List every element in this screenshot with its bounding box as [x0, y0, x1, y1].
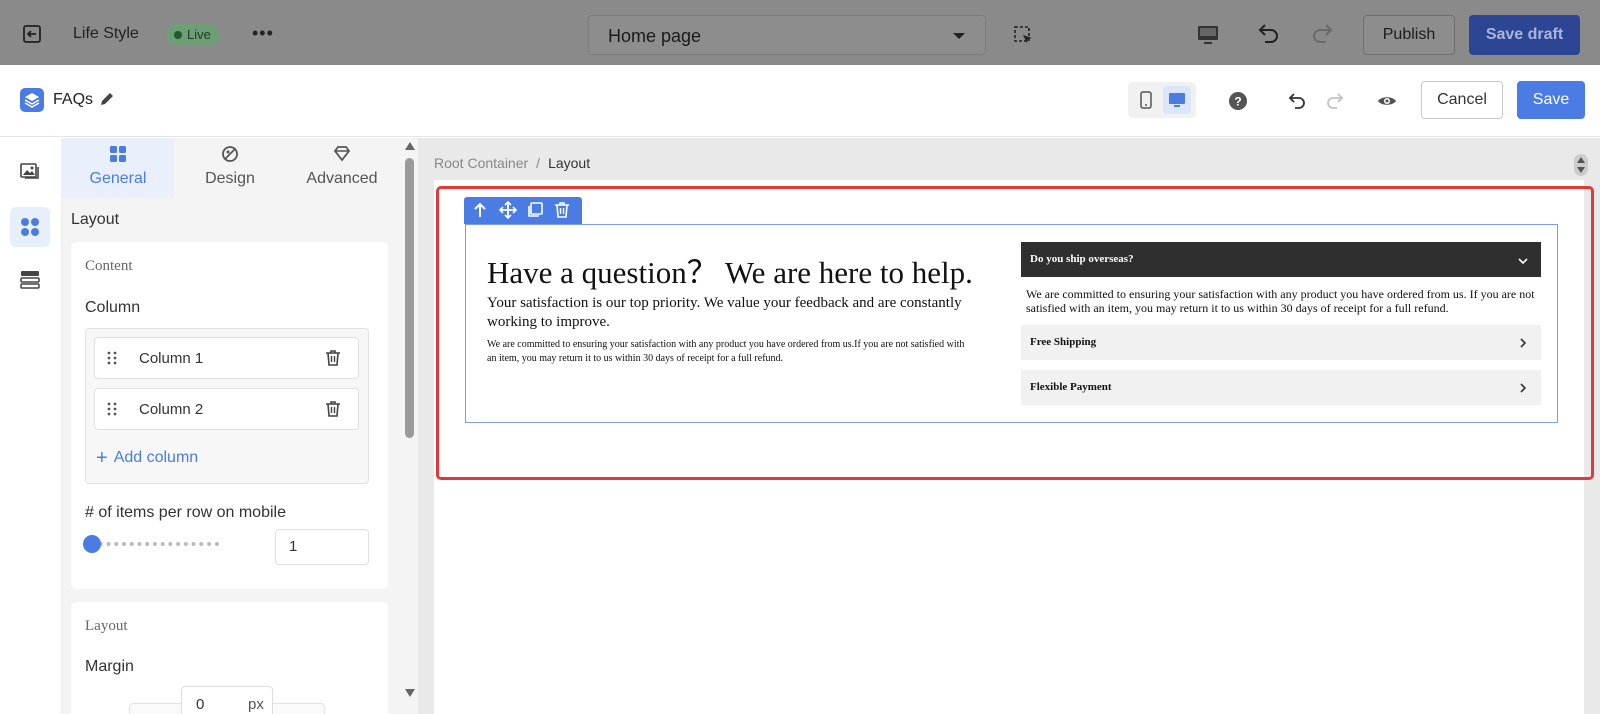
redo-icon[interactable]	[1325, 90, 1347, 112]
slider-track	[91, 542, 219, 546]
editor-title: FAQs	[53, 91, 94, 108]
svg-text:?: ?	[1234, 95, 1241, 109]
chevron-down-icon	[953, 33, 965, 39]
items-per-row-input[interactable]: 1	[275, 529, 369, 565]
help-icon[interactable]: ?	[1227, 90, 1249, 112]
diamond-icon	[333, 146, 351, 162]
select-parent-arrow-icon[interactable]	[471, 201, 489, 219]
trash-icon[interactable]	[324, 400, 342, 418]
move-icon[interactable]	[498, 200, 518, 220]
scroll-thumb[interactable]	[405, 158, 414, 438]
trash-icon[interactable]	[324, 349, 342, 367]
column-row[interactable]: Column 1	[94, 337, 359, 379]
drag-handle-icon[interactable]	[107, 401, 117, 417]
trash-icon[interactable]	[553, 201, 571, 219]
tab-advanced[interactable]: Advanced	[286, 138, 398, 198]
select-element-icon[interactable]	[1013, 25, 1035, 47]
elements-icon	[21, 218, 39, 236]
tab-design[interactable]: Design	[174, 138, 286, 198]
scroll-up-arrow[interactable]	[405, 142, 415, 150]
palette-icon	[222, 146, 238, 162]
left-icon-rail	[0, 138, 62, 714]
settings-tabs: General Design Advanced	[62, 138, 402, 198]
panel-section-title: Layout	[71, 211, 120, 228]
page-selector-value: Home page	[608, 26, 702, 46]
settings-panel: General Design Advanced Layout Content C…	[62, 138, 402, 714]
content-card: Content Column Column 1 Column 2 + Add c…	[71, 242, 388, 589]
panel-scrollbar[interactable]	[402, 138, 418, 714]
breadcrumb-root[interactable]: Root Container	[434, 155, 528, 171]
rail-elements[interactable]	[10, 207, 50, 247]
editor-header: FAQs ? Cancel Save	[0, 65, 1600, 137]
margin-label: Margin	[85, 658, 134, 675]
image-icon	[20, 163, 39, 179]
column-name: Column 1	[139, 350, 204, 367]
tab-general-label: General	[89, 170, 147, 187]
margin-top-input[interactable]: 0 px	[181, 686, 273, 714]
mobile-view-icon[interactable]	[1132, 86, 1160, 114]
layers-icon	[20, 88, 44, 112]
breadcrumb-current: Layout	[548, 155, 591, 171]
breadcrumb-separator: /	[536, 155, 541, 171]
margin-value: 0	[196, 696, 205, 713]
live-status-badge: Live	[166, 24, 220, 46]
site-name: Life Style	[73, 25, 139, 42]
layout-card: Layout Margin 0 px	[71, 602, 388, 714]
selected-layout-outline	[436, 186, 1594, 480]
undo-icon[interactable]	[1254, 21, 1280, 47]
slider-handle[interactable]	[83, 535, 101, 553]
tab-advanced-label: Advanced	[306, 170, 378, 187]
edit-title-pencil-icon[interactable]	[98, 90, 116, 108]
rail-media[interactable]	[10, 151, 50, 191]
list-icon	[20, 271, 40, 289]
drag-handle-icon[interactable]	[107, 350, 117, 366]
column-row[interactable]: Column 2	[94, 388, 359, 430]
breadcrumb: Root Container / Layout	[434, 155, 590, 171]
live-badge-label: Live	[187, 27, 211, 42]
canvas-scroll-control[interactable]	[1574, 154, 1588, 176]
more-options-button[interactable]: •••	[252, 23, 274, 44]
desktop-view-icon[interactable]	[1163, 86, 1191, 114]
add-column-button[interactable]: + Add column	[96, 447, 198, 470]
exit-icon[interactable]	[22, 24, 42, 44]
margin-unit: px	[248, 696, 264, 713]
column-label: Column	[85, 299, 141, 316]
rail-sections[interactable]	[10, 259, 50, 299]
layout-card-title: Layout	[85, 618, 128, 634]
content-card-title: Content	[85, 258, 133, 274]
tab-design-label: Design	[205, 170, 255, 187]
items-per-row-slider[interactable]	[83, 535, 223, 553]
page-selector-dropdown[interactable]: Home page	[588, 15, 986, 55]
scroll-down-arrow[interactable]	[405, 689, 415, 697]
preview-eye-icon[interactable]	[1376, 90, 1398, 112]
redo-icon[interactable]	[1311, 21, 1337, 47]
add-column-label: Add column	[113, 449, 199, 466]
desktop-preview-icon[interactable]	[1196, 23, 1220, 47]
undo-icon[interactable]	[1285, 90, 1307, 112]
publish-button[interactable]: Publish	[1363, 15, 1455, 55]
device-switcher	[1128, 82, 1196, 118]
items-per-row-label: # of items per row on mobile	[85, 504, 286, 521]
tab-general[interactable]: General	[62, 138, 174, 198]
duplicate-icon[interactable]	[526, 201, 544, 219]
plus-icon: +	[96, 447, 108, 469]
cancel-button[interactable]: Cancel	[1421, 81, 1503, 119]
column-list: Column 1 Column 2 + Add column	[85, 328, 369, 484]
save-button[interactable]: Save	[1517, 81, 1585, 119]
element-toolbar	[464, 197, 582, 224]
column-name: Column 2	[139, 401, 204, 418]
grid-icon	[110, 146, 126, 162]
top-app-bar: Life Style Live ••• Home page Publish Sa…	[0, 0, 1600, 65]
save-draft-button[interactable]: Save draft	[1469, 15, 1580, 55]
